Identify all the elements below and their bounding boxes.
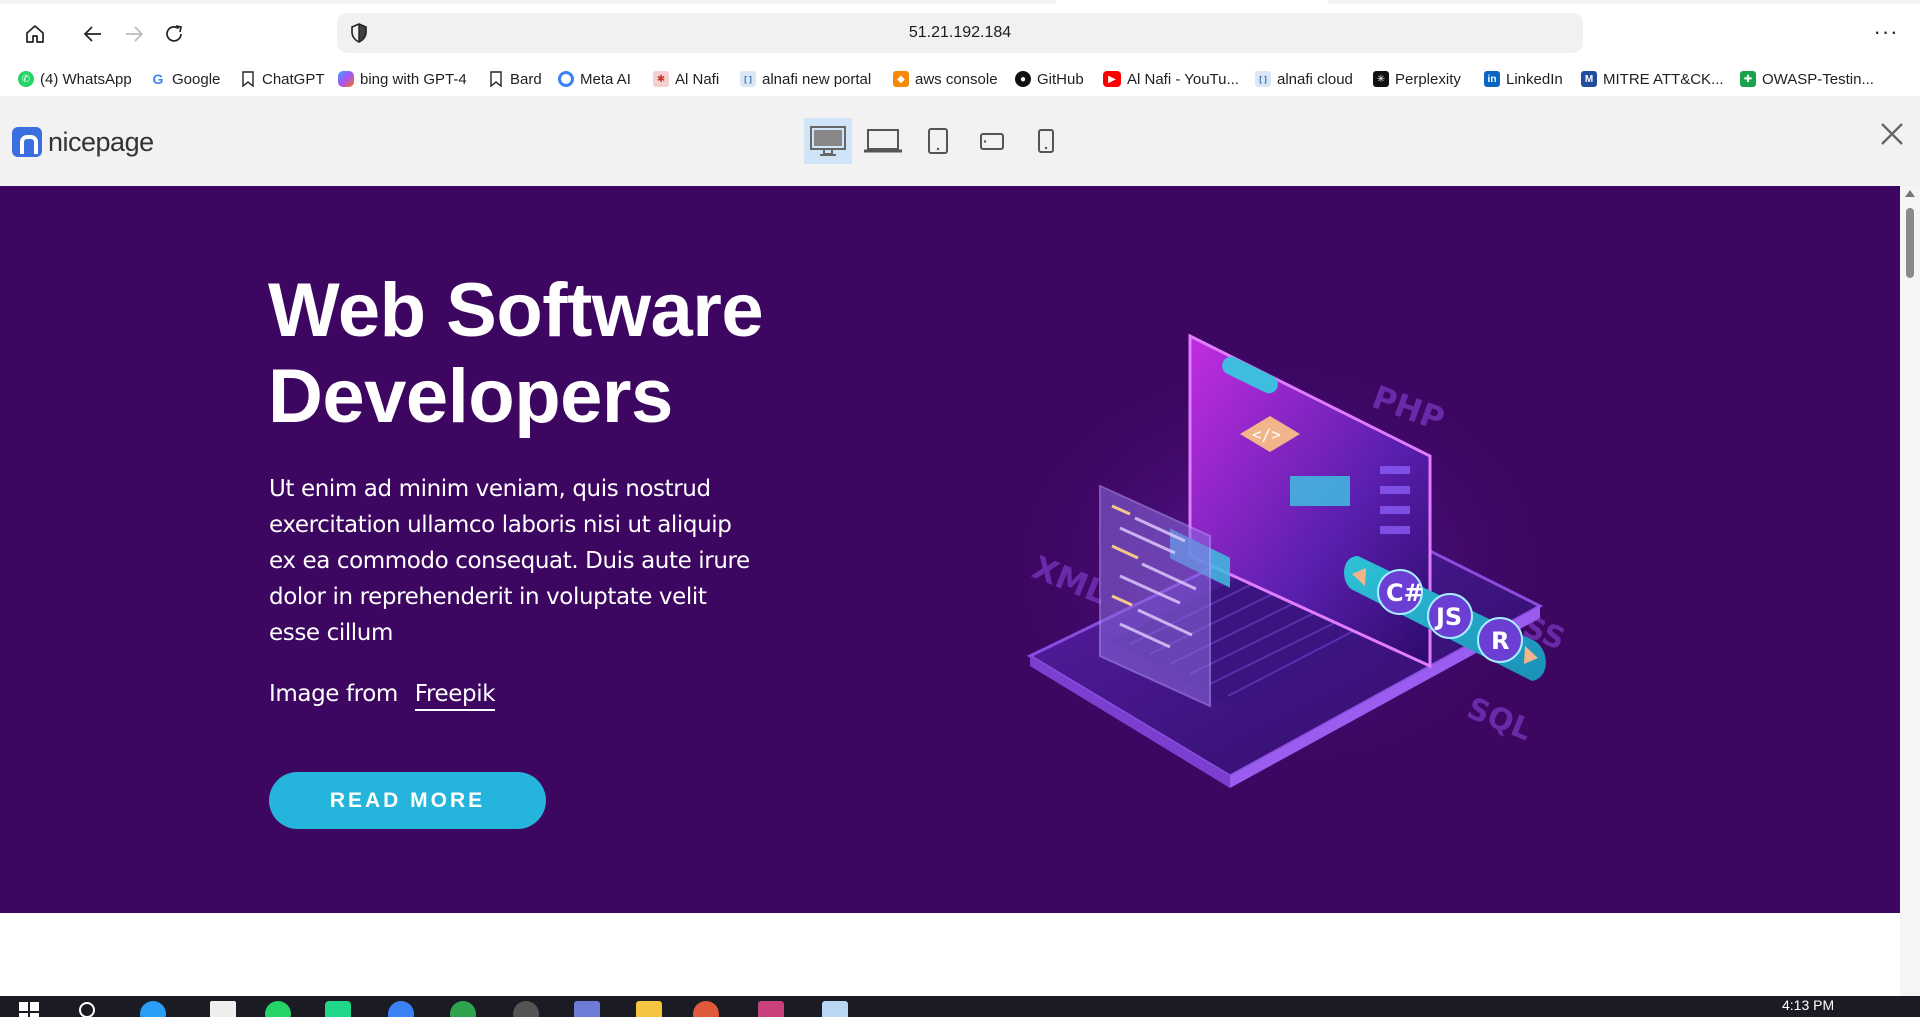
forward-button[interactable] <box>117 17 151 51</box>
refresh-button[interactable] <box>157 17 191 51</box>
device-tablet-button[interactable] <box>914 118 962 164</box>
steam-taskbar-icon[interactable] <box>513 1001 539 1017</box>
hero-section: Web Software Developers Ut enim ad minim … <box>0 186 1900 913</box>
bookmarks-bar: ✆ (4) WhatsApp G Google ChatGPT bing with … <box>0 62 1920 148</box>
bookmark-bard[interactable]: Bard <box>488 67 542 91</box>
owasp-icon: ✚ <box>1740 71 1756 87</box>
page-scrollbar[interactable] <box>1900 186 1920 996</box>
settings-menu-button[interactable]: ··· <box>1866 18 1906 52</box>
next-section <box>0 913 1900 996</box>
nicepage-logo[interactable]: nicepage <box>12 127 154 157</box>
bookmark-aws-console[interactable]: ◆ aws console <box>893 67 998 91</box>
file-explorer-taskbar-icon[interactable] <box>636 1001 662 1017</box>
aws-icon: ◆ <box>893 71 909 87</box>
bookmark-google[interactable]: G Google <box>150 67 221 91</box>
arrow-left-icon <box>83 26 101 42</box>
bookmark-perplexity[interactable]: ✳ Perplexity <box>1373 67 1461 91</box>
desktop-icon <box>810 126 846 156</box>
clion-taskbar-icon[interactable] <box>325 1001 351 1017</box>
bookmark-whatsapp[interactable]: ✆ (4) WhatsApp <box>18 67 132 91</box>
taskbar-clock[interactable]: 4:13 PM <box>1782 997 1834 1013</box>
nicepage-logo-text: nicepage <box>48 126 154 157</box>
badge-js-label: JS <box>1434 603 1462 631</box>
search-icon[interactable] <box>78 1001 100 1017</box>
scroll-up-icon[interactable] <box>1905 190 1915 197</box>
bookmark-owasp[interactable]: ✚ OWASP-Testin... <box>1740 67 1874 91</box>
perplexity-icon: ✳ <box>1373 71 1389 87</box>
url-text[interactable]: 51.21.192.184 <box>337 24 1583 42</box>
badge-r-label: R <box>1491 627 1509 655</box>
device-laptop-button[interactable] <box>859 118 907 164</box>
badge-csharp-label: C# <box>1386 579 1424 607</box>
close-icon[interactable] <box>1878 120 1906 148</box>
bookmark-icon <box>240 71 256 87</box>
home-button[interactable] <box>18 17 52 51</box>
flow-node-right <box>1290 476 1350 506</box>
hero-description: Ut enim ad minim veniam, quis nostrud ex… <box>269 476 750 646</box>
github-icon: ● <box>1015 71 1031 87</box>
device-phone-button[interactable] <box>1022 118 1070 164</box>
bookmark-meta-ai[interactable]: Meta AI <box>558 67 631 91</box>
os-taskbar: 4:13 PM <box>0 996 1920 1017</box>
notepad-taskbar-icon[interactable] <box>210 1001 236 1017</box>
browser-toolbar: 51.21.192.184 ··· <box>0 4 1920 62</box>
copilot-icon <box>338 71 354 87</box>
edge-taskbar-icon[interactable] <box>140 1001 166 1017</box>
browser-taskbar-icon[interactable] <box>693 1001 719 1017</box>
bookmark-mitre[interactable]: M MITRE ATT&CK... <box>1581 67 1724 91</box>
windows-start-icon[interactable] <box>18 1001 40 1017</box>
phone-icon <box>1038 129 1054 153</box>
app-taskbar-icon[interactable] <box>450 1001 476 1017</box>
photos-taskbar-icon[interactable] <box>822 1001 848 1017</box>
device-desktop-button[interactable] <box>804 118 852 164</box>
alnafi-portal-icon: [ ] <box>740 71 756 87</box>
bookmark-icon <box>488 71 504 87</box>
bookmark-alnafi-cloud[interactable]: [ ] alnafi cloud <box>1255 67 1353 91</box>
freepik-link[interactable]: Freepik <box>414 681 496 711</box>
arrow-right-icon <box>126 26 144 42</box>
tablet-icon <box>928 128 948 154</box>
bookmark-chatgpt[interactable]: ChatGPT <box>240 67 325 91</box>
home-icon <box>26 25 44 43</box>
hero-title: Web Software Developers <box>268 268 764 439</box>
alnafi-cloud-icon: [ ] <box>1255 71 1271 87</box>
scrollbar-thumb[interactable] <box>1906 208 1914 278</box>
nicepage-logo-icon <box>12 127 42 157</box>
meta-ai-icon <box>558 71 574 87</box>
settings-taskbar-icon[interactable] <box>388 1001 414 1017</box>
whatsapp-taskbar-icon[interactable] <box>265 1001 291 1017</box>
dev-taskbar-icon[interactable] <box>574 1001 600 1017</box>
paint-taskbar-icon[interactable] <box>758 1001 784 1017</box>
laptop-icon <box>864 129 902 153</box>
bookmark-github[interactable]: ● GitHub <box>1015 67 1084 91</box>
mitre-icon: M <box>1581 71 1597 87</box>
device-tablet-landscape-button[interactable] <box>968 118 1016 164</box>
nicepage-preview-bar: nicepage <box>0 96 1920 187</box>
bookmark-alnafi-portal[interactable]: [ ] alnafi new portal <box>740 67 871 91</box>
tablet-landscape-icon <box>980 133 1004 150</box>
bookmark-bing[interactable]: bing with GPT-4 <box>338 67 467 91</box>
flow-code-tag: </> <box>1252 425 1281 444</box>
bookmark-linkedin[interactable]: in LinkedIn <box>1484 67 1563 91</box>
developer-laptop-illustration: PHP XML CSS SQL </> C# JS R <box>980 333 1580 796</box>
alnafi-icon: ✱ <box>653 71 669 87</box>
youtube-icon: ▶ <box>1103 71 1121 87</box>
whatsapp-icon: ✆ <box>18 71 34 87</box>
address-bar[interactable]: 51.21.192.184 <box>337 13 1583 53</box>
read-more-button[interactable]: READ MORE <box>269 772 546 829</box>
image-credit: Image from Freepik <box>269 681 496 711</box>
refresh-icon <box>166 25 183 42</box>
linkedin-icon: in <box>1484 71 1500 87</box>
bookmark-al-nafi[interactable]: ✱ Al Nafi <box>653 67 719 91</box>
google-icon: G <box>152 71 164 87</box>
bookmark-youtube[interactable]: ▶ Al Nafi - YouTu... <box>1103 67 1239 91</box>
back-button[interactable] <box>76 17 110 51</box>
